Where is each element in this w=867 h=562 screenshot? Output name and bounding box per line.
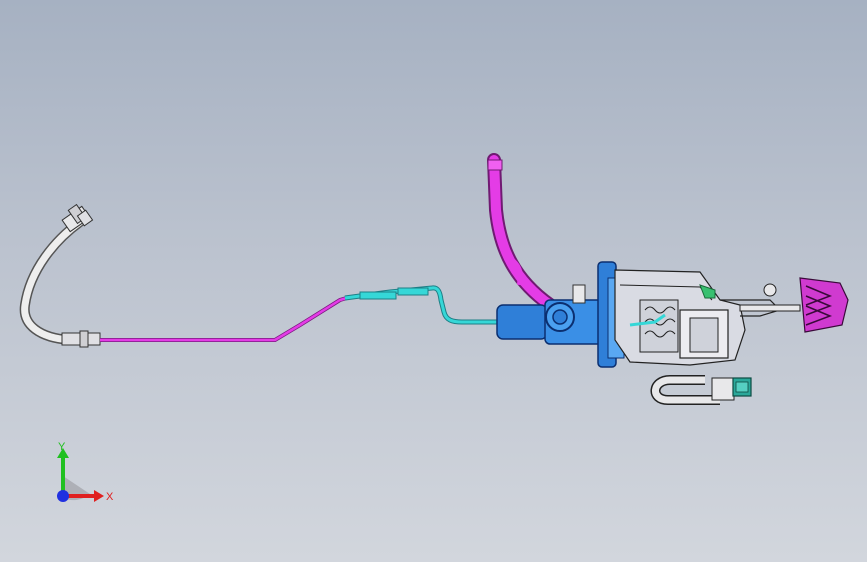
return-tube[interactable] — [650, 375, 735, 405]
brake-assembly-model[interactable] — [0, 0, 867, 562]
brake-line-magenta[interactable] — [100, 295, 351, 342]
reservoir-pipe[interactable] — [487, 153, 557, 312]
line-clip — [397, 287, 429, 296]
braided-hose[interactable] — [19, 203, 101, 348]
x-axis-arrowhead — [94, 490, 104, 502]
y-axis-label: Y — [58, 441, 66, 453]
line-clip — [359, 291, 397, 300]
z-axis-dot — [57, 490, 69, 502]
x-axis-label: X — [106, 491, 114, 503]
orientation-triad: Y X — [57, 441, 114, 503]
brake-line-cyan[interactable] — [344, 285, 498, 325]
graphics-viewport[interactable]: Y X — [0, 0, 867, 562]
hose-end-fitting-bottom — [61, 330, 101, 348]
pedal-bracket[interactable] — [614, 269, 801, 366]
sensor-connector[interactable] — [732, 377, 752, 397]
brake-pedal-pad[interactable] — [799, 277, 849, 333]
